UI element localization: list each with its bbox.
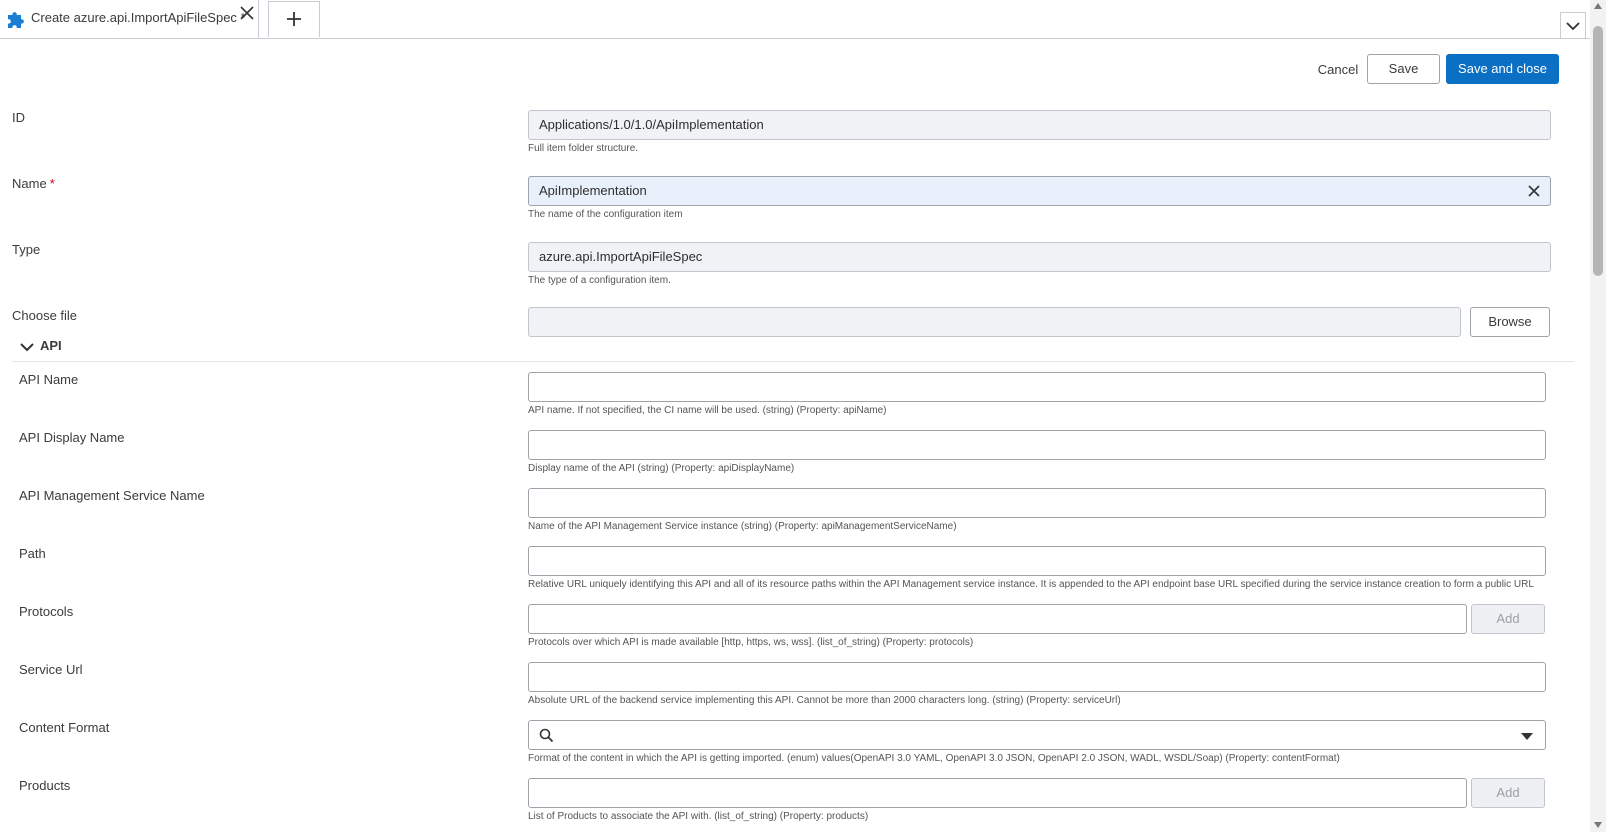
api-mgmt-service-label: API Management Service Name — [19, 488, 205, 503]
puzzle-icon — [8, 12, 24, 28]
choose-file-field[interactable] — [528, 307, 1461, 337]
scroll-up-icon[interactable] — [1594, 3, 1602, 9]
path-help: Relative URL uniquely identifying this A… — [528, 579, 1534, 590]
api-name-help: API name. If not specified, the CI name … — [528, 405, 887, 416]
type-field[interactable]: azure.api.ImportApiFileSpec — [528, 242, 1551, 272]
choose-file-label: Choose file — [12, 308, 78, 323]
clear-icon[interactable] — [1528, 185, 1540, 197]
id-value: Applications/1.0/1.0/ApiImplementation — [539, 117, 764, 132]
cancel-button[interactable]: Cancel — [1313, 58, 1363, 82]
add-tab-button[interactable] — [268, 1, 320, 37]
name-help: The name of the configuration item — [528, 209, 683, 220]
id-label: ID — [12, 110, 25, 125]
type-label: Type — [12, 242, 41, 257]
save-and-close-button[interactable]: Save and close — [1446, 54, 1559, 84]
vertical-scrollbar[interactable] — [1590, 0, 1606, 832]
id-help: Full item folder structure. — [528, 143, 639, 154]
api-section-title: API — [40, 338, 62, 353]
protocols-help: Protocols over which API is made availab… — [528, 637, 974, 648]
plus-icon — [287, 12, 301, 26]
api-display-name-label: API Display Name — [19, 430, 125, 445]
products-label: Products — [19, 778, 71, 793]
products-add-button[interactable]: Add — [1471, 778, 1545, 808]
tab-title: Create azure.api.ImportApiFileSpec * — [31, 10, 246, 25]
name-field[interactable]: ApiImplementation — [528, 176, 1551, 206]
products-help: List of Products to associate the API wi… — [528, 811, 869, 822]
scrollbar-thumb[interactable] — [1593, 26, 1603, 276]
tab-overflow-button[interactable] — [1560, 12, 1586, 38]
api-name-label: API Name — [19, 372, 79, 387]
api-name-input[interactable] — [528, 372, 1546, 402]
type-help: The type of a configuration item. — [528, 275, 671, 286]
search-icon — [539, 728, 554, 743]
dropdown-arrow-icon[interactable] — [1521, 733, 1533, 740]
api-mgmt-service-help: Name of the API Management Service insta… — [528, 521, 957, 532]
scroll-down-icon[interactable] — [1594, 822, 1602, 828]
tab-create-import-api-file-spec[interactable]: Create azure.api.ImportApiFileSpec * — [0, 0, 259, 38]
required-marker: * — [49, 176, 55, 191]
protocols-label: Protocols — [19, 604, 74, 619]
browse-button[interactable]: Browse — [1470, 307, 1550, 337]
chevron-down-icon — [1566, 22, 1580, 31]
products-input[interactable] — [528, 778, 1467, 808]
type-value: azure.api.ImportApiFileSpec — [539, 249, 703, 264]
protocols-input[interactable] — [528, 604, 1467, 634]
path-label: Path — [19, 546, 46, 561]
name-label-text: Name — [12, 176, 47, 191]
service-url-help: Absolute URL of the backend service impl… — [528, 695, 1121, 706]
name-value: ApiImplementation — [539, 183, 647, 198]
save-button[interactable]: Save — [1367, 54, 1440, 84]
close-tab-icon[interactable] — [239, 5, 255, 21]
section-divider — [12, 361, 1574, 362]
api-display-name-help: Display name of the API (string) (Proper… — [528, 463, 795, 474]
content-format-label: Content Format — [19, 720, 110, 735]
content-format-select[interactable] — [528, 720, 1546, 750]
id-field[interactable]: Applications/1.0/1.0/ApiImplementation — [528, 110, 1551, 140]
service-url-label: Service Url — [19, 662, 83, 677]
api-mgmt-service-input[interactable] — [528, 488, 1546, 518]
protocols-add-button[interactable]: Add — [1471, 604, 1545, 634]
chevron-down-icon — [20, 343, 34, 352]
path-input[interactable] — [528, 546, 1546, 576]
content-format-help: Format of the content in which the API i… — [528, 753, 1340, 764]
service-url-input[interactable] — [528, 662, 1546, 692]
api-display-name-input[interactable] — [528, 430, 1546, 460]
tab-bar: Create azure.api.ImportApiFileSpec * — [0, 0, 1590, 39]
name-label: Name * — [12, 176, 55, 191]
